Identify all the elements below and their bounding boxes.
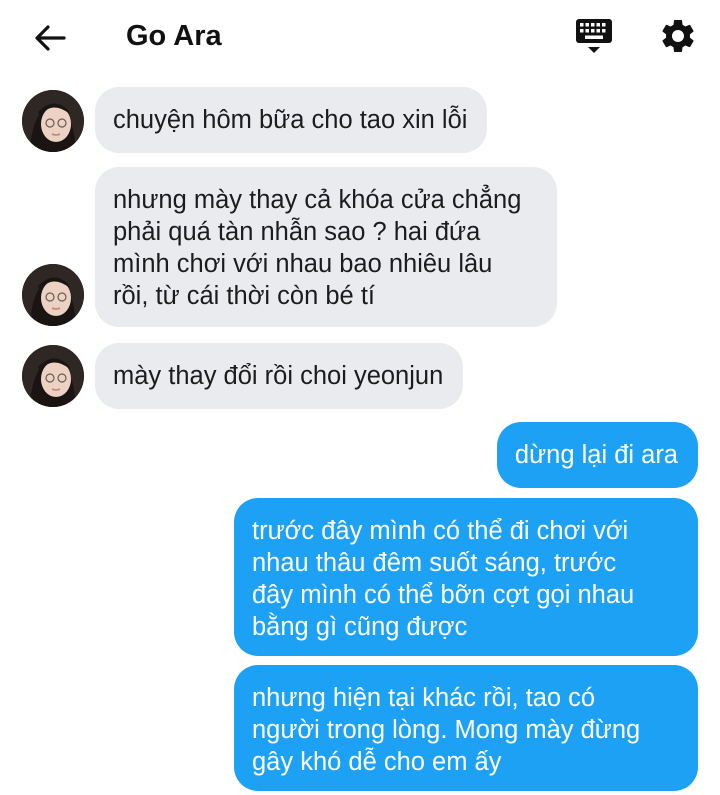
chat-screen: Go Ara chuyện hôm bữa cho tao xin lỗi nh… xyxy=(0,0,720,795)
keyboard-button[interactable] xyxy=(574,16,614,56)
avatar[interactable] xyxy=(22,264,84,326)
profile-photo-icon xyxy=(22,264,84,326)
page-title: Go Ara xyxy=(126,20,222,52)
sent-message[interactable]: nhưng hiện tại khác rồi, tao có người tr… xyxy=(234,665,698,791)
received-message[interactable]: mày thay đổi rồi choi yeonjun xyxy=(95,343,464,409)
received-message[interactable]: nhưng mày thay cả khóa cửa chẳng phải qu… xyxy=(95,167,557,327)
keyboard-icon xyxy=(576,19,612,53)
settings-button[interactable] xyxy=(658,16,698,56)
arrow-left-icon xyxy=(35,25,66,51)
avatar[interactable] xyxy=(22,345,84,407)
chat-header: Go Ara xyxy=(0,0,720,74)
back-button[interactable] xyxy=(30,18,70,58)
sent-message[interactable]: trước đây mình có thể đi chơi với nhau t… xyxy=(234,498,698,656)
gear-icon xyxy=(662,19,694,52)
profile-photo-icon xyxy=(22,90,84,152)
avatar[interactable] xyxy=(22,90,84,152)
received-message[interactable]: chuyện hôm bữa cho tao xin lỗi xyxy=(95,87,488,153)
profile-photo-icon xyxy=(22,345,84,407)
sent-message[interactable]: dừng lại đi ara xyxy=(496,422,698,488)
